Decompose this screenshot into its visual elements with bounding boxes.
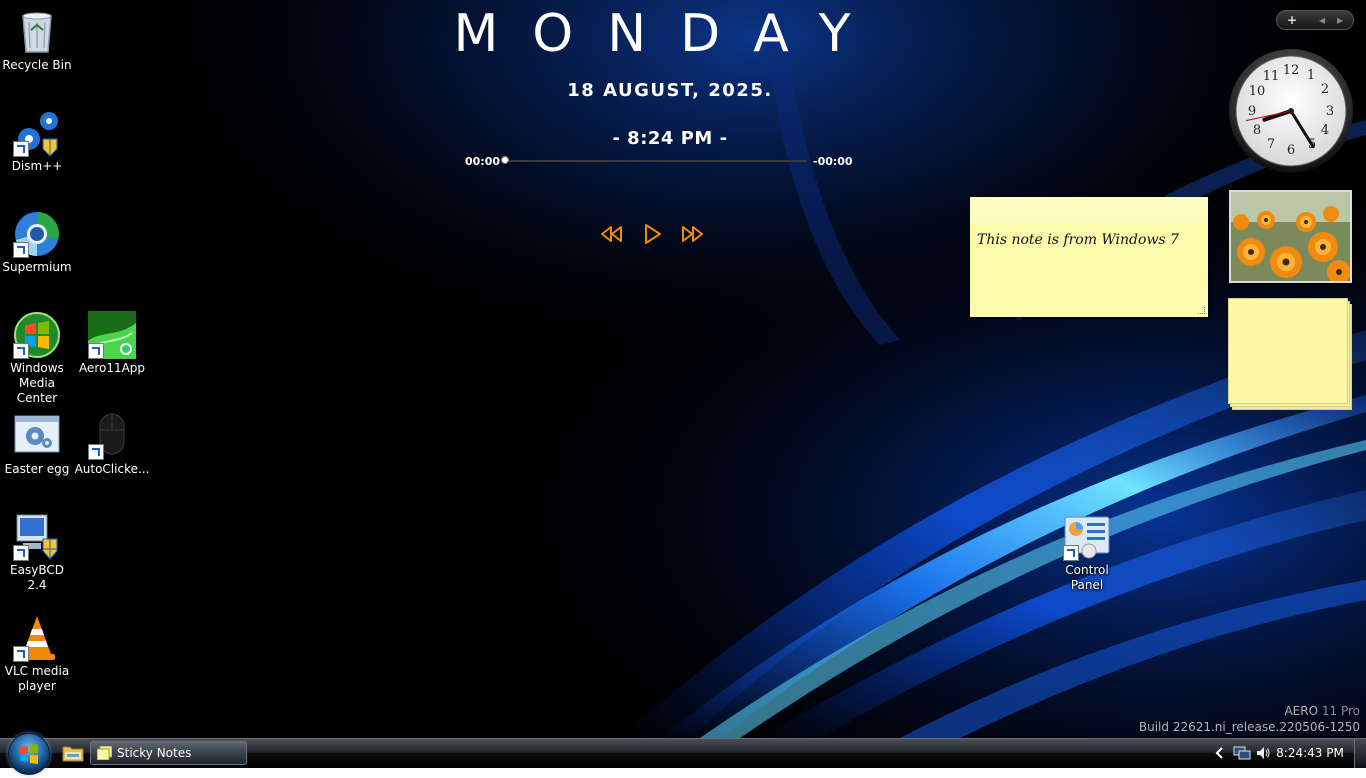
edition-line: AERO 11 Pro bbox=[1139, 703, 1360, 719]
network-icon bbox=[1233, 746, 1251, 760]
date-display: 18 AUGUST, 2025. bbox=[567, 80, 773, 101]
shortcut-arrow-icon bbox=[13, 343, 29, 359]
flower-photo bbox=[1231, 192, 1350, 281]
shortcut-arrow-icon bbox=[13, 141, 29, 157]
file-explorer-button[interactable] bbox=[61, 742, 85, 764]
time-display: - 8:24 PM - bbox=[612, 128, 728, 149]
build-watermark: AERO 11 Pro Build 22621.ni_release.22050… bbox=[1139, 703, 1360, 735]
dism-gears-icon bbox=[13, 109, 61, 157]
chevron-left-icon bbox=[1215, 747, 1223, 759]
shortcut-arrow-icon bbox=[13, 646, 29, 662]
clock-numeral: 3 bbox=[1326, 104, 1334, 119]
edition-name: AERO bbox=[1284, 704, 1319, 718]
taskbar: Sticky Notes 8:24:43 PM bbox=[0, 733, 1366, 775]
desktop-icon-dism[interactable]: Dism++ bbox=[0, 109, 75, 174]
vlc-cone-icon bbox=[13, 614, 61, 662]
sticky-note-text[interactable]: This note is from Windows 7 bbox=[977, 232, 1179, 248]
clock-numeral: 1 bbox=[1307, 68, 1315, 83]
mouse-icon bbox=[88, 412, 136, 460]
previous-button[interactable] bbox=[599, 222, 625, 246]
gadget-toolbar: + ◂ ▸ bbox=[1276, 10, 1354, 30]
network-tray-button[interactable] bbox=[1233, 745, 1251, 761]
desktop-icon-label: Control Panel bbox=[1065, 563, 1109, 592]
aero11app-icon bbox=[88, 311, 136, 359]
desktop-icon-control-panel[interactable]: Control Panel bbox=[1049, 513, 1125, 593]
clock-numeral: 9 bbox=[1248, 104, 1256, 119]
clock-numeral: 2 bbox=[1321, 82, 1329, 97]
desktop-icon-label: Dism++ bbox=[11, 159, 63, 173]
clock-numeral: 10 bbox=[1249, 84, 1266, 99]
slideshow-gadget[interactable] bbox=[1229, 190, 1352, 283]
next-icon bbox=[682, 226, 703, 242]
previous-gadget-page-button[interactable]: ◂ bbox=[1315, 11, 1329, 29]
media-elapsed-time: 00:00 bbox=[465, 155, 501, 168]
show-desktop-button[interactable] bbox=[1354, 739, 1366, 768]
shortcut-arrow-icon bbox=[1063, 545, 1079, 561]
play-button[interactable] bbox=[639, 222, 665, 246]
taskbar-item-label: Sticky Notes bbox=[117, 746, 192, 760]
desktop-icon-label: Supermium bbox=[2, 260, 72, 274]
previous-icon bbox=[601, 226, 622, 242]
desktop-icon-vlc[interactable]: VLC media player bbox=[0, 614, 75, 694]
volume-tray-button[interactable] bbox=[1255, 745, 1271, 761]
windows-media-center-icon bbox=[13, 311, 61, 359]
supermium-browser-icon bbox=[13, 210, 61, 258]
notes-gadget[interactable] bbox=[1228, 298, 1352, 410]
taskbar-item-sticky-notes[interactable]: Sticky Notes bbox=[90, 741, 247, 765]
play-icon bbox=[645, 224, 661, 244]
clock-gadget[interactable]: 12 1 2 3 4 5 6 7 8 9 10 11 bbox=[1228, 48, 1354, 174]
shortcut-arrow-icon bbox=[13, 242, 29, 258]
sticky-notes-icon bbox=[97, 746, 112, 760]
next-button[interactable] bbox=[679, 222, 705, 246]
wallpaper bbox=[0, 0, 1366, 738]
easybcd-icon bbox=[13, 513, 61, 561]
clock-numeral: 7 bbox=[1267, 137, 1275, 152]
clock-numeral: 6 bbox=[1287, 143, 1295, 158]
desktop-icon-label: AutoClicke... bbox=[74, 462, 150, 476]
desktop-icon-label: Windows Media Center bbox=[10, 361, 64, 405]
desktop: Recycle Bin Dism++ Supermium Windows Med… bbox=[0, 0, 1366, 738]
add-gadget-button[interactable]: + bbox=[1283, 11, 1301, 29]
tray-clock[interactable]: 8:24:43 PM bbox=[1274, 739, 1346, 767]
media-seek-bar[interactable] bbox=[505, 160, 807, 162]
shortcut-arrow-icon bbox=[88, 343, 104, 359]
folder-icon bbox=[62, 746, 84, 762]
recycle-bin-icon bbox=[13, 8, 61, 56]
start-button[interactable] bbox=[8, 733, 50, 775]
desktop-icon-aero11app[interactable]: Aero11App bbox=[74, 311, 150, 376]
desktop-icon-easybcd[interactable]: EasyBCD 2.4 bbox=[0, 513, 75, 593]
clock-numeral: 4 bbox=[1321, 123, 1329, 138]
clock-numeral: 8 bbox=[1253, 123, 1261, 138]
desktop-icon-autoclicker[interactable]: AutoClicke... bbox=[74, 412, 150, 477]
easter-egg-icon bbox=[13, 412, 61, 460]
show-hidden-icons-button[interactable] bbox=[1214, 745, 1226, 761]
control-panel-icon bbox=[1063, 513, 1111, 561]
day-of-week: MONDAY bbox=[453, 4, 885, 64]
clock-numeral: 11 bbox=[1263, 69, 1280, 84]
desktop-icon-recycle-bin[interactable]: Recycle Bin bbox=[0, 8, 75, 73]
next-gadget-page-button[interactable]: ▸ bbox=[1333, 11, 1347, 29]
desktop-icon-label: Recycle Bin bbox=[2, 58, 72, 72]
desktop-icon-label: EasyBCD 2.4 bbox=[10, 563, 64, 592]
windows-logo-icon bbox=[20, 744, 38, 764]
shortcut-arrow-icon bbox=[13, 545, 29, 561]
desktop-icon-label: Easter egg bbox=[4, 462, 70, 476]
desktop-icon-windows-media-center[interactable]: Windows Media Center bbox=[0, 311, 75, 406]
shortcut-arrow-icon bbox=[88, 444, 104, 460]
desktop-icon-easter-egg[interactable]: Easter egg bbox=[0, 412, 75, 477]
media-remaining-time: -00:00 bbox=[813, 155, 853, 168]
edition-suffix: 11 Pro bbox=[1321, 704, 1360, 718]
speaker-icon bbox=[1257, 747, 1270, 759]
media-seek-thumb[interactable] bbox=[501, 156, 509, 164]
desktop-icon-label: VLC media player bbox=[4, 664, 70, 693]
build-string: Build 22621.ni_release.220506-1250 bbox=[1138, 720, 1360, 734]
clock-numeral: 12 bbox=[1283, 63, 1300, 78]
desktop-icon-label: Aero11App bbox=[78, 361, 146, 375]
resize-grip-icon[interactable] bbox=[1198, 307, 1205, 314]
sticky-note[interactable]: This note is from Windows 7 bbox=[970, 197, 1208, 317]
notes-gadget-sheet bbox=[1228, 298, 1348, 404]
desktop-icon-supermium[interactable]: Supermium bbox=[0, 210, 75, 275]
